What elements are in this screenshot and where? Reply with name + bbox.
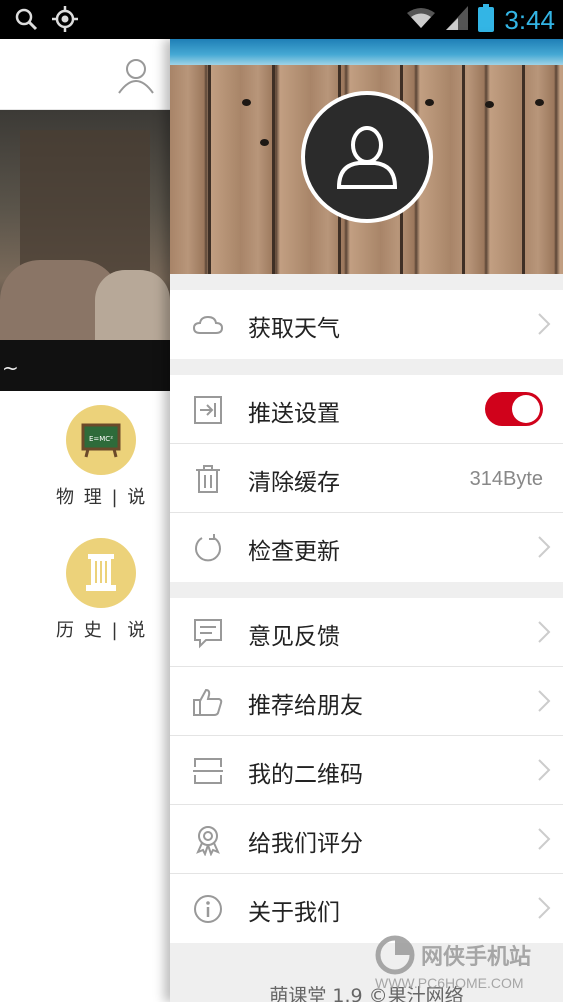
menu-group-social: 意见反馈 推荐给朋友 我的二维码 给我们评分 关于我们	[170, 598, 563, 943]
chevron-right-icon	[537, 312, 551, 340]
menu-label: 推送设置	[248, 401, 340, 427]
menu-group-weather: 获取天气	[170, 290, 563, 359]
push-toggle[interactable]	[485, 392, 543, 426]
award-icon	[192, 824, 224, 857]
chevron-right-icon	[537, 827, 551, 855]
category-label: 历 史 | 说	[56, 620, 148, 641]
watermark-title: 网侠手机站	[421, 945, 532, 970]
featured-photo[interactable]: ~	[0, 110, 170, 391]
chevron-right-icon	[537, 758, 551, 786]
trash-icon	[192, 463, 224, 495]
cache-size: 314Byte	[469, 468, 543, 490]
cloud-icon	[192, 309, 224, 341]
main-header	[0, 39, 170, 110]
menu-item-rate[interactable]: 给我们评分	[170, 805, 563, 874]
category-history[interactable]: 历 史 | 说	[56, 538, 146, 642]
menu-label: 我的二维码	[248, 762, 363, 788]
info-icon	[192, 893, 224, 925]
location-icon	[52, 6, 78, 36]
watermark: 网侠手机站 WWW.PC6HOME.COM	[375, 935, 563, 995]
chevron-right-icon	[537, 535, 551, 563]
menu-label: 意见反馈	[248, 624, 340, 650]
menu-label: 清除缓存	[248, 470, 340, 496]
qrcode-icon	[192, 755, 224, 787]
refresh-icon	[192, 532, 224, 564]
menu-item-clear-cache[interactable]: 清除缓存 314Byte	[170, 444, 563, 513]
menu-item-weather[interactable]: 获取天气	[170, 290, 563, 359]
chevron-right-icon	[537, 620, 551, 648]
status-bar: 3:44	[0, 0, 563, 39]
battery-icon	[478, 4, 495, 36]
menu-label: 获取天气	[248, 316, 340, 342]
user-icon[interactable]	[116, 55, 156, 99]
menu-item-push-settings[interactable]: 推送设置	[170, 375, 563, 444]
signal-icon	[446, 6, 469, 34]
menu-label: 给我们评分	[248, 831, 363, 857]
main-page: ~ E=MC² 物 理 | 说 历 史 | 说	[0, 39, 170, 1002]
thumbs-up-icon	[192, 686, 224, 718]
category-physics[interactable]: E=MC² 物 理 | 说	[56, 405, 146, 509]
column-icon	[66, 538, 136, 608]
menu-label: 关于我们	[248, 900, 340, 926]
wifi-icon	[406, 6, 436, 34]
feedback-icon	[192, 617, 224, 649]
clock: 3:44	[504, 4, 555, 35]
push-icon	[192, 394, 224, 426]
menu-item-qrcode[interactable]: 我的二维码	[170, 736, 563, 805]
menu-label: 推荐给朋友	[248, 693, 363, 719]
menu-item-about[interactable]: 关于我们	[170, 874, 563, 943]
chevron-right-icon	[537, 896, 551, 924]
category-label: 物 理 | 说	[56, 487, 148, 508]
watermark-url: WWW.PC6HOME.COM	[375, 975, 524, 991]
chalkboard-icon: E=MC²	[66, 405, 136, 475]
chevron-right-icon	[537, 689, 551, 717]
drawer-header	[170, 39, 563, 274]
settings-drawer: 获取天气 推送设置 清除缓存 314Byte 检查更新 意见反馈 推荐给朋友 我…	[170, 39, 563, 1002]
menu-item-recommend[interactable]: 推荐给朋友	[170, 667, 563, 736]
menu-group-system: 推送设置 清除缓存 314Byte 检查更新	[170, 375, 563, 582]
avatar[interactable]	[301, 91, 433, 223]
photo-caption: ~	[2, 356, 19, 380]
menu-item-check-update[interactable]: 检查更新	[170, 513, 563, 582]
menu-label: 检查更新	[248, 539, 340, 565]
watermark-logo-icon	[375, 935, 415, 979]
menu-item-feedback[interactable]: 意见反馈	[170, 598, 563, 667]
chalkboard-text: E=MC²	[89, 435, 113, 443]
search-icon	[14, 7, 38, 35]
